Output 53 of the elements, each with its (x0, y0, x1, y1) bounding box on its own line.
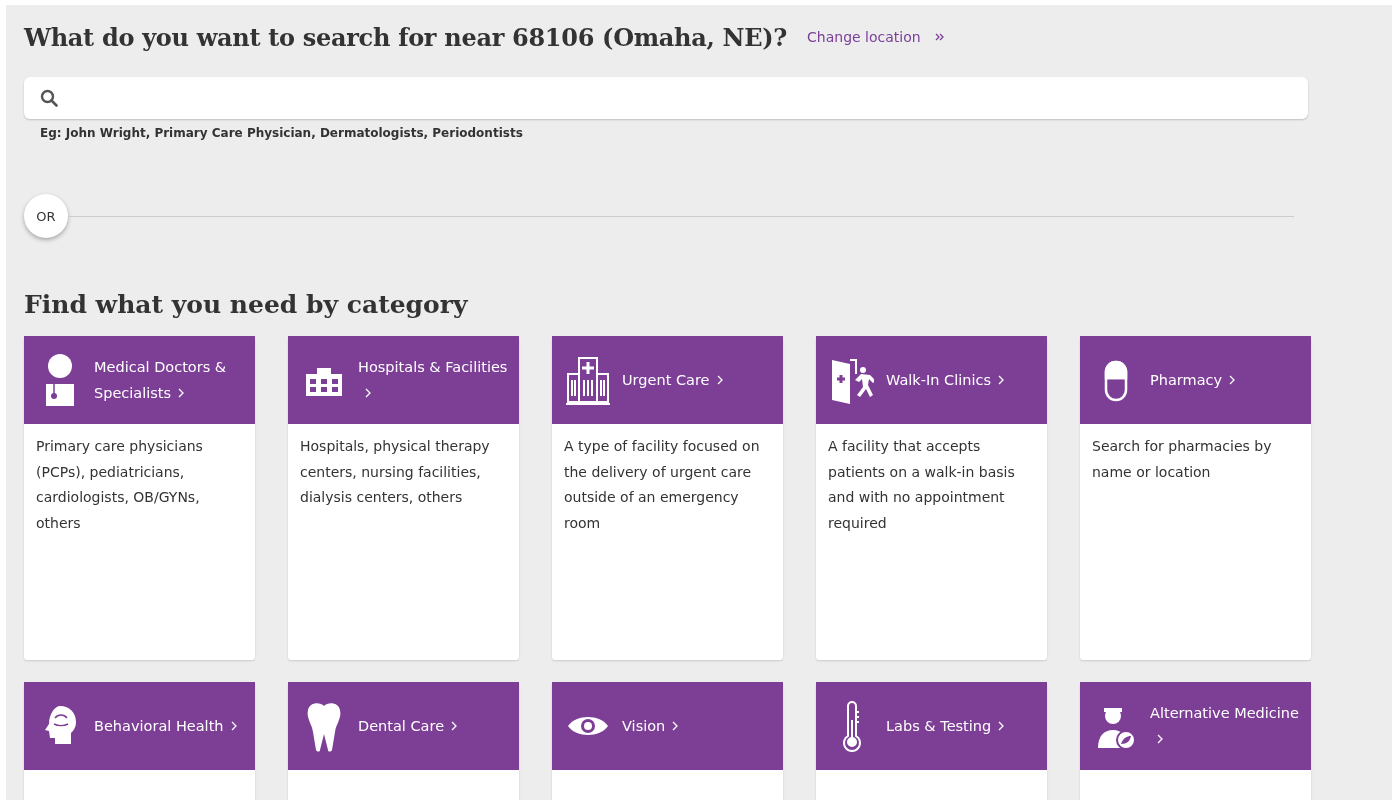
category-header[interactable]: Labs & Testing (816, 682, 1047, 770)
category-card[interactable]: Hospitals & Facilities Hospitals, physical therapy centers, nursing facilities, dialysis centers, others (288, 336, 519, 660)
search-example-text: Eg: John Wright, Primary Care Physician, Dermatologists, Periodontists (40, 126, 524, 140)
category-card[interactable]: Alternative Medicine (1080, 682, 1311, 800)
category-card[interactable]: Walk-In Clinics A facility that accepts patients on a walk-in basis and with no appointment required (816, 336, 1047, 660)
chevron-right-icon (997, 720, 1006, 732)
category-title: Hospitals & Facilities (358, 354, 508, 406)
category-header[interactable]: Dental Care (288, 682, 519, 770)
category-card[interactable]: Behavioral Health (24, 682, 255, 800)
chevron-right-icon (1156, 733, 1164, 745)
section-title: Find what you need by category (24, 290, 469, 321)
category-description: A type of facility focused on the delivery of urgent care outside of an emergency room (564, 437, 761, 533)
category-title: Behavioral Health (94, 713, 238, 739)
category-header[interactable]: Alternative Medicine (1080, 682, 1311, 770)
chevron-right-icon (177, 387, 186, 399)
category-description: Search for pharmacies by name or location (1092, 437, 1273, 482)
chevron-right-icon (671, 720, 680, 732)
category-header[interactable]: Walk-In Clinics (816, 336, 1047, 424)
category-header[interactable]: Urgent Care (552, 336, 783, 424)
chevron-right-icon (996, 374, 1005, 386)
category-card[interactable]: Dental Care (288, 682, 519, 800)
category-title: Pharmacy (1150, 367, 1237, 393)
search-icon (40, 89, 58, 107)
chevron-right-icon (450, 720, 459, 732)
category-card[interactable]: Medical Doctors & Specialists Primary care physicians (PCPs), pediatricians, cardiologists, OB/GYNs, others (24, 336, 255, 660)
category-card[interactable]: Vision (552, 682, 783, 800)
change-location-link[interactable]: Change location (807, 29, 921, 45)
page-title: What do you want to search for near 68106 (Omaha, NE)? (24, 22, 788, 52)
category-description: Hospitals, physical therapy centers, nursing facilities, dialysis centers, others (300, 437, 491, 507)
search-field[interactable] (24, 77, 1308, 119)
category-description: A facility that accepts patients on a walk-in basis and with no appointment required (828, 437, 1016, 533)
chevron-right-icon (364, 387, 372, 399)
category-header[interactable]: Pharmacy (1080, 336, 1311, 424)
category-header[interactable]: Hospitals & Facilities (288, 336, 519, 424)
category-header[interactable]: Medical Doctors & Specialists (24, 336, 255, 424)
category-title: Medical Doctors & Specialists (94, 358, 228, 403)
category-title: Labs & Testing (886, 713, 1006, 739)
category-title: Walk-In Clinics (886, 367, 1005, 393)
category-title: Dental Care (358, 713, 459, 739)
chevron-right-icon (715, 374, 724, 386)
chevron-right-icon (229, 720, 238, 732)
category-header[interactable]: Vision (552, 682, 783, 770)
or-divider-badge: OR (24, 194, 68, 238)
category-header[interactable]: Behavioral Health (24, 682, 255, 770)
category-card[interactable]: Pharmacy Search for pharmacies by name or location (1080, 336, 1311, 660)
category-description: Primary care physicians (PCPs), pediatricians, cardiologists, OB/GYNs, others (36, 437, 204, 533)
category-title: Urgent Care (622, 367, 724, 393)
category-title: Vision (622, 713, 680, 739)
category-card[interactable]: Urgent Care A type of facility focused on the delivery of urgent care outside of an emergency room (552, 336, 783, 660)
category-card[interactable]: Labs & Testing (816, 682, 1047, 800)
category-title: Alternative Medicine (1150, 700, 1300, 752)
chevron-right-icon (1228, 374, 1237, 386)
double-chevron-icon (934, 32, 945, 42)
